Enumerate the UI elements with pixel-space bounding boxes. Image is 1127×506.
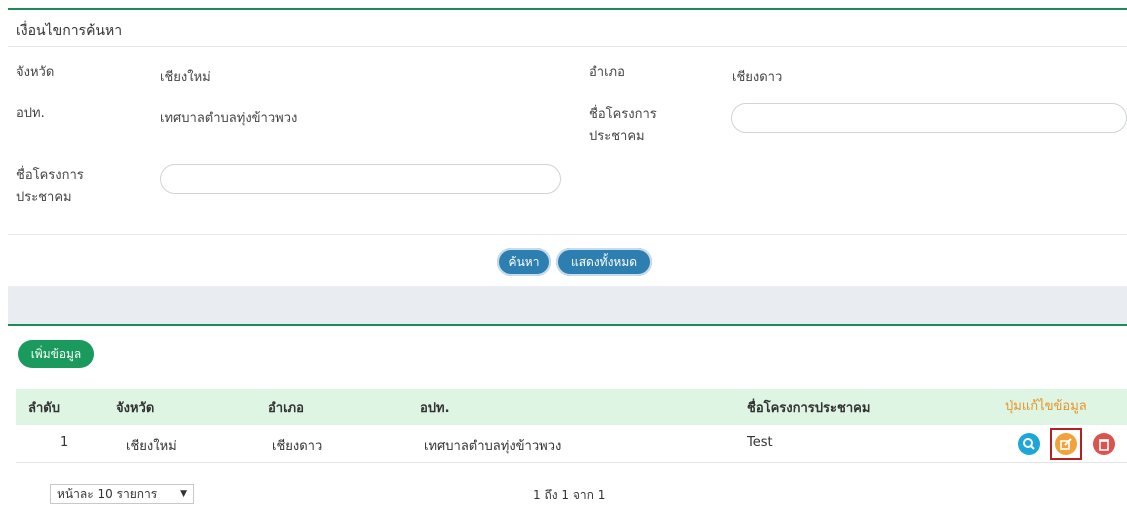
province-value: เชียงใหม่ <box>160 70 211 85</box>
column-header-district: อำเภอ <box>268 401 304 416</box>
table-header <box>16 389 1127 425</box>
page-size-select[interactable]: หน้าละ 10 รายการ ▼ <box>50 484 194 504</box>
divider <box>8 234 1127 235</box>
search-button[interactable]: ค้นหา <box>497 248 551 276</box>
district-label: อำเภอ <box>589 65 625 80</box>
trash-icon[interactable] <box>1093 433 1115 455</box>
panel-title: เงื่อนไขการค้นหา <box>16 23 123 39</box>
column-header-project: ชื่อโครงการประชาคม <box>747 401 871 416</box>
column-header-no: ลำดับ <box>28 401 60 416</box>
cell-province: เชียงใหม่ <box>126 439 177 454</box>
project-name-label: ชื่อโครงการประชาคม <box>589 107 657 144</box>
edit-icon[interactable] <box>1055 433 1077 455</box>
cell-district: เชียงดาว <box>272 439 323 454</box>
column-header-lao: อปท. <box>420 401 450 416</box>
cell-lao: เทศบาลตำบลทุ่งข้าวพวง <box>424 439 562 454</box>
lao-value: เทศบาลตำบลทุ่งข้าวพวง <box>160 111 298 126</box>
pagination-summary: 1 ถึง 1 จาก 1 <box>533 488 606 502</box>
project-name-input[interactable] <box>160 164 561 194</box>
column-header-actions: ปุ่มแก้ไขข้อมูล <box>1005 399 1087 414</box>
district-value: เชียงดาว <box>732 70 783 85</box>
lao-label: อปท. <box>16 106 45 121</box>
cell-project: Test <box>747 435 773 450</box>
search-panel <box>8 8 1127 288</box>
show-all-button[interactable]: แสดงทั้งหมด <box>556 248 652 276</box>
chevron-down-icon: ▼ <box>180 489 187 499</box>
row-divider <box>16 462 1127 463</box>
search-icon[interactable] <box>1018 433 1040 455</box>
spacer-band <box>8 286 1127 324</box>
column-header-province: จังหวัด <box>116 401 155 416</box>
cell-no: 1 <box>60 435 69 450</box>
project-name-label-2: ชื่อโครงการประชาคม <box>16 168 84 205</box>
page-size-value: หน้าละ 10 รายการ <box>57 487 158 501</box>
divider <box>8 46 1127 47</box>
province-label: จังหวัด <box>16 65 55 80</box>
add-data-button[interactable]: เพิ่มข้อมูล <box>18 340 94 368</box>
project-name-input-right[interactable] <box>731 103 1127 133</box>
